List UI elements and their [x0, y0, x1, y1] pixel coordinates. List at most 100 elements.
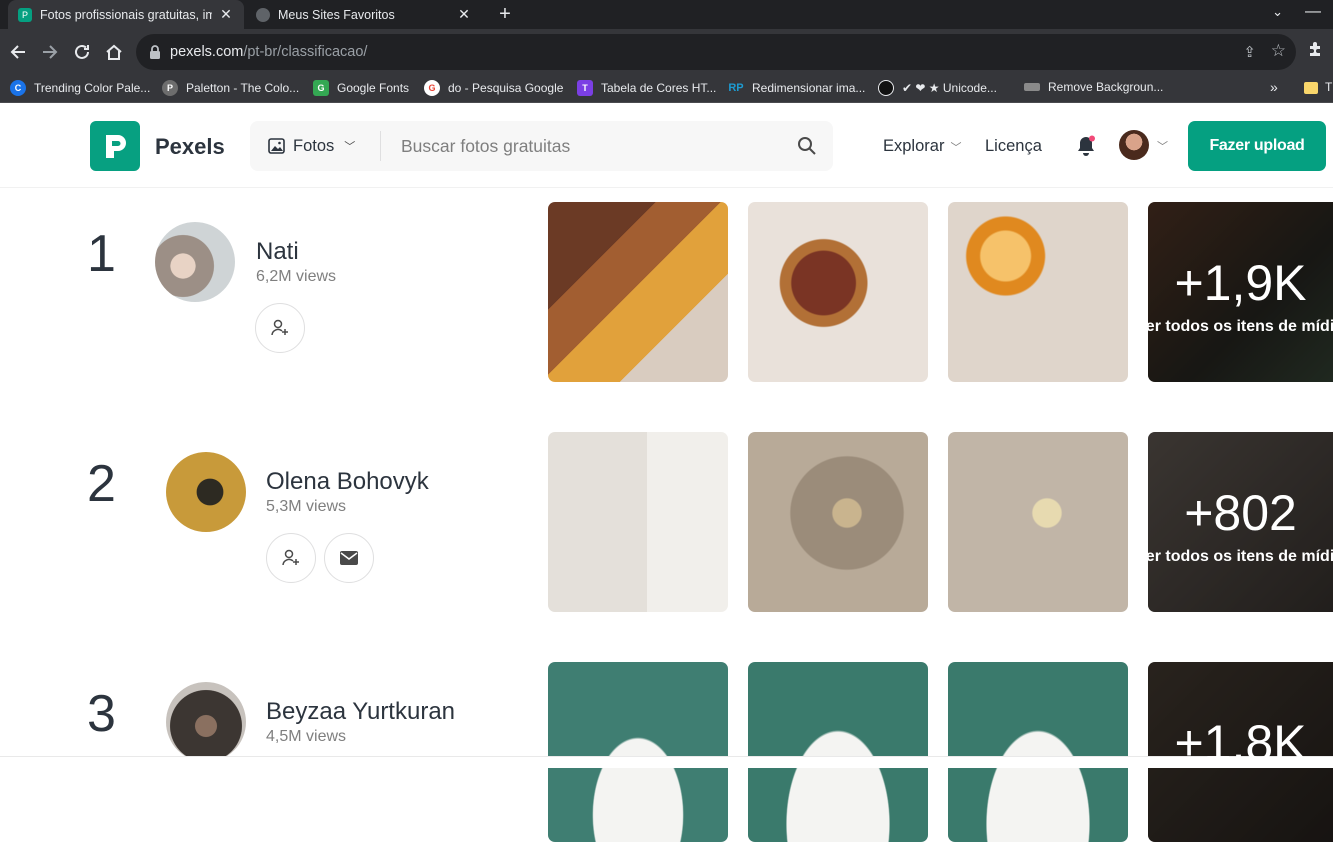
- tab-pexels[interactable]: P Fotos profissionais gratuitas, ima ✕: [8, 0, 244, 29]
- user-avatar[interactable]: [1119, 130, 1149, 160]
- home-icon[interactable]: [101, 39, 127, 65]
- close-icon[interactable]: ✕: [218, 6, 234, 23]
- license-link[interactable]: Licença: [985, 137, 1042, 156]
- site-header: Pexels Fotos ﹀ Explorar ﹀ Licença ﹀ Fazer…: [0, 104, 1333, 188]
- photographer-name[interactable]: Olena Bohovyk: [266, 468, 429, 496]
- photo-thumbnail[interactable]: [548, 662, 728, 842]
- search-type-dropdown[interactable]: Fotos ﹀: [268, 121, 355, 171]
- brand-name[interactable]: Pexels: [155, 134, 225, 160]
- search-input[interactable]: [401, 121, 771, 171]
- bookmark-label: Paletton - The Colo...: [186, 81, 300, 95]
- more-count: +1,9K: [1174, 255, 1307, 311]
- view-all-media-tile[interactable]: +802 Ver todos os itens de mídia: [1148, 432, 1333, 612]
- bookmark-label: Tabela de Cores HT...: [601, 81, 717, 95]
- pexels-favicon-icon: P: [18, 7, 32, 22]
- search-divider: [380, 131, 381, 161]
- paletton-icon: P: [162, 80, 178, 96]
- folder-icon[interactable]: [1304, 82, 1318, 94]
- notification-bell-icon[interactable]: [1076, 135, 1096, 157]
- view-all-media-tile[interactable]: +1,9K Ver todos os itens de mídia: [1148, 202, 1333, 382]
- bookmark-item[interactable]: G Google Fonts: [313, 80, 409, 96]
- bookmark-item[interactable]: RP Redimensionar ima...: [728, 80, 865, 96]
- google-fonts-icon: G: [313, 80, 329, 96]
- more-count: +802: [1184, 485, 1297, 541]
- leaderboard-row: 1 Nati 6,2M views +1,9K Ver todos os ite…: [0, 202, 1333, 382]
- page-bottom-edge: [0, 756, 1333, 768]
- photo-thumbnail[interactable]: [948, 662, 1128, 842]
- back-arrow-icon[interactable]: [5, 39, 31, 65]
- avatar[interactable]: [155, 222, 235, 302]
- bookmark-item[interactable]: Remove Backgroun...: [1024, 80, 1163, 94]
- photo-thumbnail[interactable]: [948, 202, 1128, 382]
- photo-thumbnail[interactable]: [748, 662, 928, 842]
- image-icon: [268, 138, 285, 154]
- follow-button[interactable]: [266, 533, 316, 583]
- tab-title: Fotos profissionais gratuitas, ima: [40, 7, 212, 22]
- photographer-name[interactable]: Nati: [256, 238, 299, 266]
- view-all-label: Ver todos os itens de mídia: [1148, 548, 1333, 565]
- forward-arrow-icon[interactable]: [37, 39, 63, 65]
- photo-thumbnail[interactable]: [948, 432, 1128, 612]
- chevron-down-icon[interactable]: ﹀: [1157, 138, 1168, 154]
- bookmark-item[interactable]: T Tabela de Cores HT...: [577, 80, 716, 96]
- tab-search-chevron-icon[interactable]: ⌄: [1272, 4, 1283, 20]
- url-text: pexels.com/pt-br/classificacao/: [170, 44, 367, 60]
- google-icon: G: [424, 80, 440, 96]
- add-user-icon: [271, 319, 288, 336]
- bookmark-label: Remove Backgroun...: [1048, 80, 1164, 94]
- photo-thumbnail[interactable]: [548, 202, 728, 382]
- globe-icon: [256, 7, 270, 22]
- browser-toolbar: pexels.com/pt-br/classificacao/ ⇪ ☆: [0, 29, 1333, 75]
- leaderboard-row: 2 Olena Bohovyk 5,3M views +802 Ver todo…: [0, 432, 1333, 612]
- upload-button[interactable]: Fazer upload: [1188, 121, 1326, 171]
- share-icon[interactable]: ⇪: [1243, 43, 1256, 61]
- remove-bg-icon: [1024, 83, 1040, 91]
- lock-icon: [150, 45, 160, 59]
- bookmarks-bar: C Trending Color Pale... P Paletton - Th…: [0, 75, 1333, 103]
- extensions-puzzle-icon[interactable]: [1307, 41, 1323, 62]
- color-table-icon: T: [577, 80, 593, 96]
- search-bar: Fotos ﹀: [250, 121, 833, 171]
- tab-title: Meus Sites Favoritos: [278, 7, 395, 22]
- avatar[interactable]: [166, 682, 246, 762]
- bookmark-item[interactable]: ✔ ❤ ★ Unicode...: [878, 80, 997, 96]
- window-menu-icon[interactable]: —: [1305, 3, 1321, 21]
- bookmark-item[interactable]: P Paletton - The Colo...: [162, 80, 299, 96]
- url-path: /pt-br/classificacao/: [243, 44, 368, 60]
- avatar[interactable]: [166, 452, 246, 532]
- views-count: 4,5M views: [266, 728, 347, 745]
- bookmark-label: Google Fonts: [337, 81, 410, 95]
- bookmark-item[interactable]: G do - Pesquisa Google: [424, 80, 563, 96]
- url-host: pexels.com: [170, 44, 244, 60]
- tab-meus-sites[interactable]: Meus Sites Favoritos ✕: [246, 0, 482, 29]
- chevron-down-icon: ﹀: [344, 141, 356, 153]
- add-user-icon: [282, 549, 299, 566]
- bookmarks-more-button[interactable]: »: [1270, 79, 1278, 95]
- search-type-label: Fotos: [293, 136, 335, 155]
- search-icon[interactable]: [797, 136, 817, 156]
- follow-button[interactable]: [255, 303, 305, 353]
- bookmark-star-icon[interactable]: ☆: [1271, 41, 1286, 61]
- pexels-logo-icon[interactable]: [90, 121, 140, 171]
- photo-thumbnail[interactable]: [548, 432, 728, 612]
- view-all-media-tile[interactable]: +1,8K: [1148, 662, 1333, 842]
- leaderboard-row: 3 Beyzaa Yurtkuran 4,5M views +1,8K: [0, 662, 1333, 842]
- photo-thumbnail[interactable]: [748, 432, 928, 612]
- explore-menu[interactable]: Explorar ﹀: [883, 137, 961, 156]
- photographer-name[interactable]: Beyzaa Yurtkuran: [266, 698, 455, 726]
- unicode-icon: [878, 80, 894, 96]
- message-button[interactable]: [324, 533, 374, 583]
- address-bar[interactable]: pexels.com/pt-br/classificacao/ ⇪ ☆: [136, 34, 1296, 70]
- new-tab-button[interactable]: +: [494, 3, 516, 26]
- close-icon[interactable]: ✕: [456, 6, 472, 23]
- bookmark-folder-label[interactable]: T: [1325, 80, 1332, 94]
- photo-thumbnail[interactable]: [748, 202, 928, 382]
- bookmark-label: Redimensionar ima...: [752, 81, 866, 95]
- bookmark-label: do - Pesquisa Google: [448, 81, 564, 95]
- reload-icon[interactable]: [69, 39, 95, 65]
- bookmark-label: ✔ ❤ ★ Unicode...: [902, 81, 997, 95]
- more-count: +1,8K: [1174, 715, 1307, 771]
- views-count: 6,2M views: [256, 268, 337, 285]
- bookmark-item[interactable]: C Trending Color Pale...: [10, 80, 150, 96]
- rank-number: 1: [87, 225, 116, 283]
